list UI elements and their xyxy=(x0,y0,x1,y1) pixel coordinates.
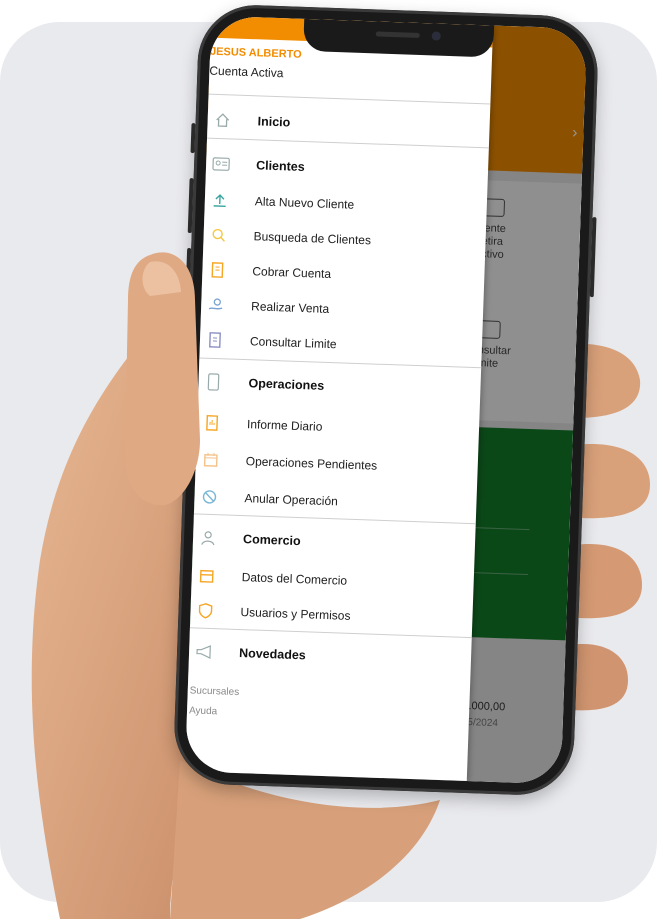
menu-label: Datos del Comercio xyxy=(241,570,348,588)
menu-label: Realizar Venta xyxy=(250,299,330,316)
menu-label: Operaciones xyxy=(248,376,325,393)
menu-item-novedades[interactable]: Novedades xyxy=(189,637,472,675)
menu-label: Comercio xyxy=(242,532,301,549)
menu-label: Clientes xyxy=(255,158,305,175)
menu-label: Alta Nuevo Cliente xyxy=(254,194,355,212)
menu-item-inicio[interactable]: Inicio xyxy=(207,106,490,144)
menu-item-alta-nuevo-cliente[interactable]: Alta Nuevo Cliente xyxy=(204,186,487,224)
notch xyxy=(303,18,495,58)
account-status: Cuenta Activa xyxy=(209,63,284,81)
menu-label: Informe Diario xyxy=(246,417,323,434)
menu-item-clientes[interactable]: Clientes xyxy=(206,150,489,188)
document-icon xyxy=(206,331,225,350)
navigation-drawer: JESUS ALBERTO Cuenta Activa Inicio Clien… xyxy=(184,15,494,782)
menu-item-operaciones[interactable]: Operaciones xyxy=(198,367,481,405)
menu-label: Consultar Limite xyxy=(249,334,337,352)
volume-up-button xyxy=(187,178,194,234)
menu-item-informe-diario[interactable]: Informe Diario xyxy=(197,408,480,446)
shield-icon xyxy=(196,602,215,621)
menu-label: Cobrar Cuenta xyxy=(252,264,332,282)
divider xyxy=(208,93,491,105)
search-icon xyxy=(209,226,228,245)
menu-label: Operaciones Pendientes xyxy=(245,454,378,473)
cancel-icon xyxy=(200,488,219,507)
megaphone-icon xyxy=(195,642,214,661)
phone-device: › iente etira ctivo nsultar mite 5.000,0 xyxy=(172,3,600,797)
report-icon xyxy=(203,414,222,433)
menu-label: Usuarios y Permisos xyxy=(240,605,351,623)
receipt-icon xyxy=(208,261,227,280)
mute-switch xyxy=(190,123,196,154)
menu-item-operaciones-pendientes[interactable]: Operaciones Pendientes xyxy=(195,445,478,483)
menu-item-consultar-limite[interactable]: Consultar Limite xyxy=(200,325,483,363)
user-icon xyxy=(199,529,218,548)
menu-label: Anular Operación xyxy=(244,491,339,509)
menu-item-datos-del-comercio[interactable]: Datos del Comercio xyxy=(191,561,474,599)
footer-link-ayuda[interactable]: Ayuda xyxy=(189,705,218,717)
menu-item-realizar-venta[interactable]: Realizar Venta xyxy=(201,291,484,329)
menu-item-comercio[interactable]: Comercio xyxy=(193,523,476,561)
menu-label: Novedades xyxy=(238,646,306,663)
footer-link-sucursales[interactable]: Sucursales xyxy=(190,685,240,698)
menu-label: Busqueda de Clientes xyxy=(253,229,372,248)
speaker xyxy=(375,31,420,38)
calendar-icon xyxy=(201,451,220,470)
menu-item-cobrar-cuenta[interactable]: Cobrar Cuenta xyxy=(202,256,485,294)
id-card-icon xyxy=(212,155,231,174)
menu-item-busqueda-de-clientes[interactable]: Busqueda de Clientes xyxy=(203,221,486,259)
volume-down-button xyxy=(185,247,192,304)
hand-money-icon xyxy=(207,296,226,315)
menu-label: Inicio xyxy=(257,114,291,130)
tablet-icon xyxy=(204,373,223,392)
home-icon xyxy=(213,111,232,130)
camera xyxy=(431,31,441,41)
store-icon xyxy=(197,567,216,586)
phone-screen: › iente etira ctivo nsultar mite 5.000,0 xyxy=(184,15,588,785)
upload-icon xyxy=(211,191,230,210)
user-name: JESUS ALBERTO xyxy=(209,45,302,61)
